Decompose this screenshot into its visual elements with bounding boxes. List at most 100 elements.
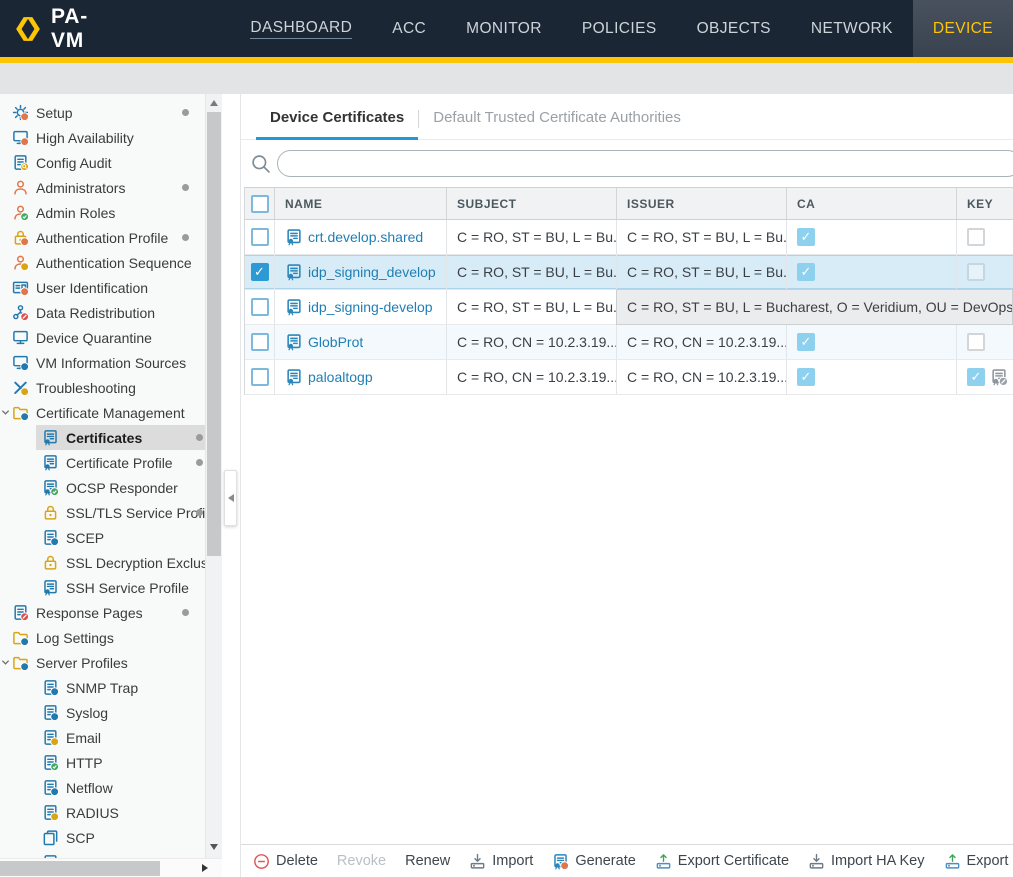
- certificate-name-link[interactable]: idp_signing_develop: [308, 264, 436, 280]
- row-checkbox[interactable]: [251, 368, 269, 386]
- vertical-scrollbar-thumb[interactable]: [207, 112, 221, 556]
- issuer-cell: C = RO, CN = 10.2.3.19...: [617, 325, 787, 359]
- generate-button[interactable]: Generate: [552, 853, 635, 870]
- certificate-name-link[interactable]: crt.develop.shared: [308, 229, 423, 245]
- sidebar-item-authentication-sequence[interactable]: Authentication Sequence: [0, 250, 205, 275]
- sidebar-item-scp[interactable]: SCP: [0, 825, 205, 850]
- delete-button[interactable]: Delete: [253, 853, 318, 870]
- import-button[interactable]: Import: [469, 853, 533, 870]
- header-checkbox-cell: [245, 188, 275, 219]
- sidebar-item-certificates[interactable]: Certificates: [0, 425, 205, 450]
- ssl-tls-service-profile-icon: [42, 504, 59, 521]
- table-row-crt-develop-shared[interactable]: crt.develop.sharedC = RO, ST = BU, L = B…: [245, 220, 1013, 255]
- row-checkbox-cell: ✓: [245, 255, 275, 289]
- sidebar-item-certificate-management[interactable]: Certificate Management: [0, 400, 205, 425]
- sidebar-item-high-availability[interactable]: High Availability: [0, 125, 205, 150]
- scroll-up-arrow-icon[interactable]: [210, 100, 218, 106]
- scep-icon: [42, 529, 59, 546]
- email-icon: [42, 729, 59, 746]
- expand-caret-icon[interactable]: [1, 408, 10, 417]
- ca-cell: ✓: [787, 220, 957, 254]
- sidebar-item-label: Setup: [36, 105, 73, 121]
- tab-default-trusted-certificate-authorities[interactable]: Default Trusted Certificate Authorities: [419, 109, 695, 139]
- search-bar: [241, 140, 1013, 187]
- sidebar-item-vm-information-sources[interactable]: VM Information Sources: [0, 350, 205, 375]
- sidebar-item-user-identification[interactable]: User Identification: [0, 275, 205, 300]
- sidebar-item-setup[interactable]: Setup: [0, 100, 205, 125]
- sidebar-item-email[interactable]: Email: [0, 725, 205, 750]
- sidebar-item-response-pages[interactable]: Response Pages: [0, 600, 205, 625]
- table-header-row: NAMESUBJECTISSUERCAKEY: [245, 188, 1013, 220]
- import-ha-key-button[interactable]: Import HA Key: [808, 853, 924, 870]
- sidebar-item-ssl-tls-service-profile[interactable]: SSL/TLS Service Profile: [0, 500, 205, 525]
- sidebar-item-data-redistribution[interactable]: Data Redistribution: [0, 300, 205, 325]
- sidebar-item-scep[interactable]: SCEP: [0, 525, 205, 550]
- row-checkbox[interactable]: [251, 228, 269, 246]
- sidebar-item-ocsp-responder[interactable]: OCSP Responder: [0, 475, 205, 500]
- nav-item-monitor[interactable]: MONITOR: [446, 0, 562, 57]
- row-checkbox[interactable]: [251, 333, 269, 351]
- table-row-idp-signing-develop[interactable]: idp_signing-developC = RO, ST = BU, L = …: [245, 290, 1013, 325]
- nav-item-device[interactable]: DEVICE: [913, 0, 1013, 57]
- sidebar-item-troubleshooting[interactable]: Troubleshooting: [0, 375, 205, 400]
- export-certificate-button[interactable]: Export Certificate: [655, 853, 789, 870]
- select-all-checkbox[interactable]: [251, 195, 269, 213]
- content-shell: Setup High Availability Config Audit Adm…: [0, 94, 1013, 877]
- search-input[interactable]: [277, 150, 1013, 177]
- sidebar-item-ssh-service-profile[interactable]: SSH Service Profile: [0, 575, 205, 600]
- response-pages-icon: [12, 604, 29, 621]
- sidebar-item-label: Server Profiles: [36, 655, 128, 671]
- certificate-name-link[interactable]: paloaltogp: [308, 369, 373, 385]
- column-header-issuer[interactable]: ISSUER: [617, 188, 787, 219]
- column-header-name[interactable]: NAME: [275, 188, 447, 219]
- sidebar-item-netflow[interactable]: Netflow: [0, 775, 205, 800]
- nav-item-policies[interactable]: POLICIES: [562, 0, 677, 57]
- nav-item-objects[interactable]: OBJECTS: [677, 0, 791, 57]
- sidebar-item-admin-roles[interactable]: Admin Roles: [0, 200, 205, 225]
- sidebar-item-config-audit[interactable]: Config Audit: [0, 150, 205, 175]
- column-header-subject[interactable]: SUBJECT: [447, 188, 617, 219]
- sidebar-vertical-scrollbar[interactable]: [205, 94, 222, 858]
- renew-button[interactable]: Renew: [405, 853, 450, 869]
- nav-item-dashboard[interactable]: DASHBOARD: [230, 0, 372, 57]
- nav-item-acc[interactable]: ACC: [372, 0, 446, 57]
- syslog-icon: [42, 704, 59, 721]
- scroll-down-arrow-icon[interactable]: [210, 844, 218, 850]
- horizontal-scrollbar-thumb[interactable]: [0, 861, 160, 876]
- sidebar-item-http[interactable]: HTTP: [0, 750, 205, 775]
- sidebar-item-label: Administrators: [36, 180, 125, 196]
- column-header-ca[interactable]: CA: [787, 188, 957, 219]
- table-row-globprot[interactable]: GlobProtC = RO, CN = 10.2.3.19...C = RO,…: [245, 325, 1013, 360]
- sidebar-item-radius[interactable]: RADIUS: [0, 800, 205, 825]
- sidebar-item-item[interactable]: [0, 850, 205, 858]
- sidebar-item-device-quarantine[interactable]: Device Quarantine: [0, 325, 205, 350]
- sidebar-item-syslog[interactable]: Syslog: [0, 700, 205, 725]
- scroll-right-arrow-icon[interactable]: [202, 864, 208, 872]
- sidebar-item-log-settings[interactable]: Log Settings: [0, 625, 205, 650]
- column-header-key[interactable]: KEY: [957, 188, 1013, 219]
- sidebar-collapse-handle[interactable]: [224, 470, 237, 526]
- certificate-name-link[interactable]: GlobProt: [308, 334, 363, 350]
- export-icon: [944, 853, 961, 870]
- troubleshooting-icon: [12, 379, 29, 396]
- expand-caret-icon[interactable]: [1, 658, 10, 667]
- ssl-decryption-exclusio-icon: [42, 554, 59, 571]
- tab-device-certificates[interactable]: Device Certificates: [256, 109, 418, 139]
- row-checkbox[interactable]: ✓: [251, 263, 269, 281]
- user-identification-icon: [12, 279, 29, 296]
- authentication-profile-icon: [12, 229, 29, 246]
- sidebar-horizontal-scrollbar[interactable]: [0, 858, 222, 877]
- sidebar-item-server-profiles[interactable]: Server Profiles: [0, 650, 205, 675]
- nav-item-network[interactable]: NETWORK: [791, 0, 913, 57]
- sidebar-item-administrators[interactable]: Administrators: [0, 175, 205, 200]
- row-checkbox[interactable]: [251, 298, 269, 316]
- table-row-idp-signing-develop[interactable]: ✓ idp_signing_developC = RO, ST = BU, L …: [245, 255, 1013, 290]
- sidebar-item-ssl-decryption-exclusio[interactable]: SSL Decryption Exclusio: [0, 550, 205, 575]
- table-row-paloaltogp[interactable]: paloaltogpC = RO, CN = 10.2.3.19...C = R…: [245, 360, 1013, 395]
- export-button[interactable]: Export: [944, 853, 1009, 870]
- sidebar-item-authentication-profile[interactable]: Authentication Profile: [0, 225, 205, 250]
- sidebar-item-certificate-profile[interactable]: Certificate Profile: [0, 450, 205, 475]
- certificate-name-link[interactable]: idp_signing-develop: [308, 299, 433, 315]
- tool-button-label: Export: [967, 853, 1009, 869]
- sidebar-item-snmp-trap[interactable]: SNMP Trap: [0, 675, 205, 700]
